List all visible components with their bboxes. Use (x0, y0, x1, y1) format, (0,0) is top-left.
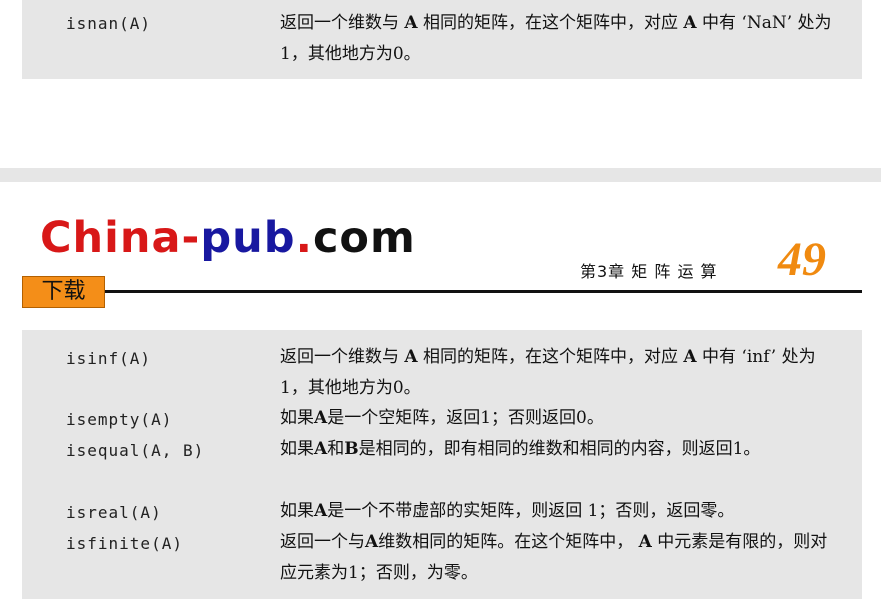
header-rule (105, 290, 862, 293)
function-name: isequal(A, B) (66, 441, 205, 460)
download-badge: 下载 (22, 276, 105, 308)
page-number: 49 (778, 233, 826, 286)
function-description: 如果A是一个不带虚部的实矩阵，则返回 1；否则，返回零。 (280, 501, 735, 521)
function-description: 返回一个维数与 A 相同的矩阵，在这个矩阵中，对应 A 中有 ‘inf’ 处为1… (280, 347, 816, 398)
function-name: isnan(A) (66, 14, 152, 33)
function-description: 如果A和B是相同的，即有相同的维数和相同的内容，则返回1。 (280, 439, 761, 459)
function-name: isempty(A) (66, 410, 173, 429)
function-name: isfinite(A) (66, 534, 183, 553)
function-name: isinf(A) (66, 349, 152, 368)
top-table: isnan(A) 返回一个维数与 A 相同的矩阵，在这个矩阵中，对应 A 中有 … (22, 0, 862, 79)
function-name: isreal(A) (66, 503, 162, 522)
china-pub-logo: China-pub.com (40, 213, 416, 263)
page-separator (0, 168, 881, 182)
function-description: 返回一个与A维数相同的矩阵。在这个矩阵中， A 中元素是有限的，则对应元素为1；… (280, 532, 828, 583)
chapter-title: 第3章 矩 阵 运 算 (580, 262, 718, 281)
function-table: isinf(A) 返回一个维数与 A 相同的矩阵，在这个矩阵中，对应 A 中有 … (22, 330, 862, 599)
function-description: 如果A是一个空矩阵，返回1；否则返回0。 (280, 408, 604, 428)
function-description: 返回一个维数与 A 相同的矩阵，在这个矩阵中，对应 A 中有 ‘NaN’ 处为1… (280, 13, 832, 64)
